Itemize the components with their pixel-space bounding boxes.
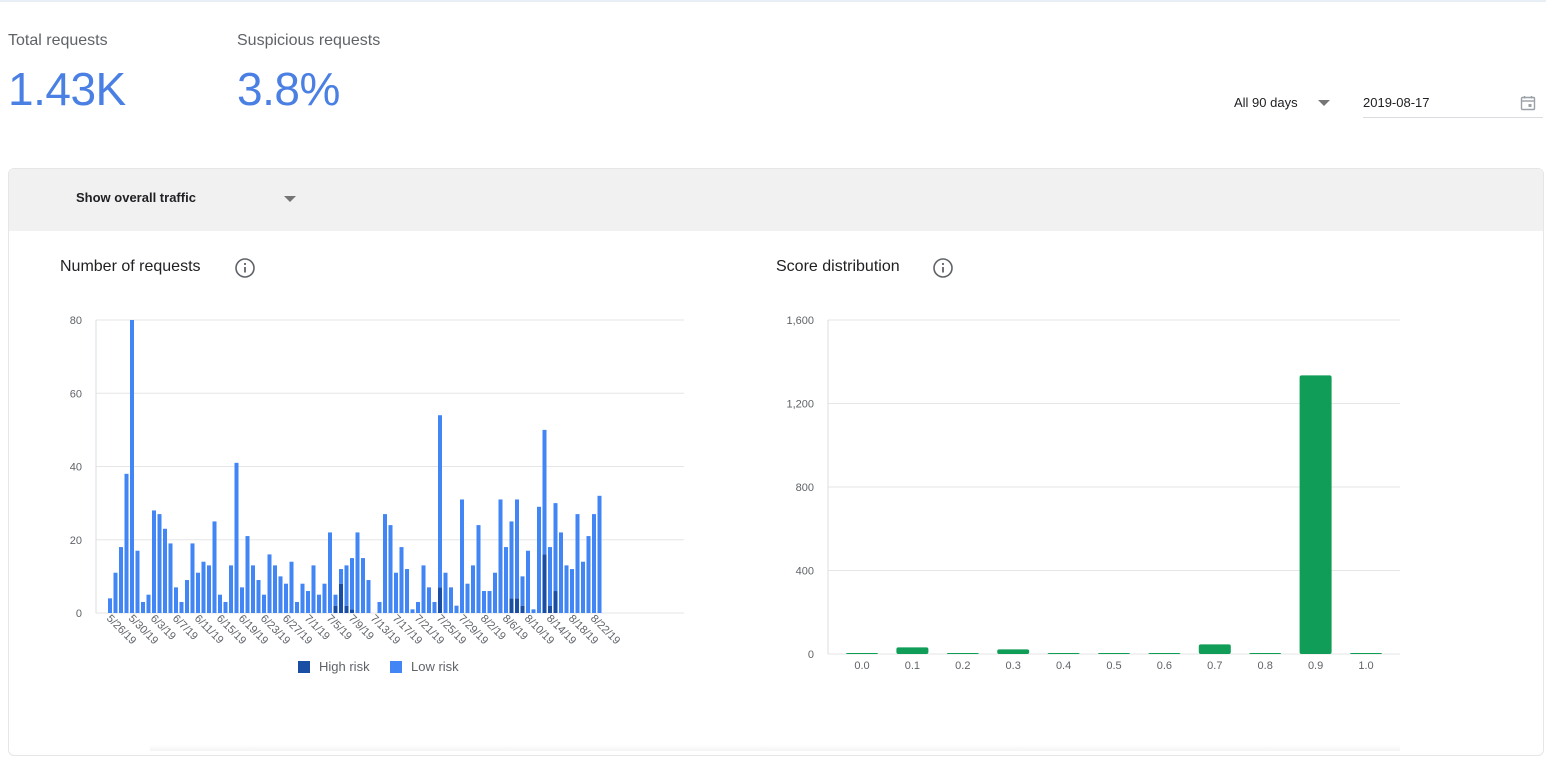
x-tick-label: 0.4 bbox=[1056, 660, 1071, 672]
score-bar bbox=[1047, 653, 1080, 654]
x-tick-label: 0.6 bbox=[1157, 660, 1172, 672]
x-tick-label: 0.2 bbox=[955, 660, 970, 672]
score-bar bbox=[846, 653, 878, 654]
y-tick-label: 0 bbox=[808, 649, 814, 661]
x-tick-label: 0.1 bbox=[905, 660, 920, 672]
score-bar bbox=[1249, 653, 1282, 654]
legend-label-high-risk: High risk bbox=[319, 659, 370, 674]
score-chart: 0 400 800 1,200 1,600 0.0 0.1 0.2 0.3 0.4 0.5 0.6 0.… bbox=[786, 315, 1400, 672]
score-bar bbox=[1098, 653, 1130, 654]
x-tick-label: 0.7 bbox=[1207, 660, 1222, 672]
x-tick-label: 0.0 bbox=[854, 660, 869, 672]
score-bar bbox=[896, 647, 929, 654]
y-tick-label: 800 bbox=[796, 482, 814, 494]
legend-swatch-high-risk bbox=[298, 661, 310, 673]
x-tick-label: 0.8 bbox=[1258, 660, 1273, 672]
y-tick-label: 1,200 bbox=[786, 399, 814, 411]
score-bar bbox=[997, 649, 1030, 654]
calendar-icon[interactable] bbox=[1520, 95, 1536, 111]
y-tick-label: 1,600 bbox=[786, 315, 814, 327]
x-tick-label: 0.5 bbox=[1106, 660, 1121, 672]
score-bar bbox=[1148, 653, 1181, 654]
legend-swatch-low-risk bbox=[390, 661, 402, 673]
score-bar bbox=[946, 653, 979, 654]
score-bar bbox=[1350, 653, 1382, 654]
legend-label-low-risk: Low risk bbox=[411, 659, 459, 674]
y-tick-label: 400 bbox=[796, 566, 814, 578]
x-tick-label: 0.9 bbox=[1308, 660, 1323, 672]
panel-shadow bbox=[150, 745, 1400, 751]
score-bar bbox=[1299, 375, 1332, 654]
x-tick-label: 0.3 bbox=[1006, 660, 1021, 672]
x-tick-label: 1.0 bbox=[1358, 660, 1373, 672]
score-bar bbox=[1198, 644, 1231, 654]
